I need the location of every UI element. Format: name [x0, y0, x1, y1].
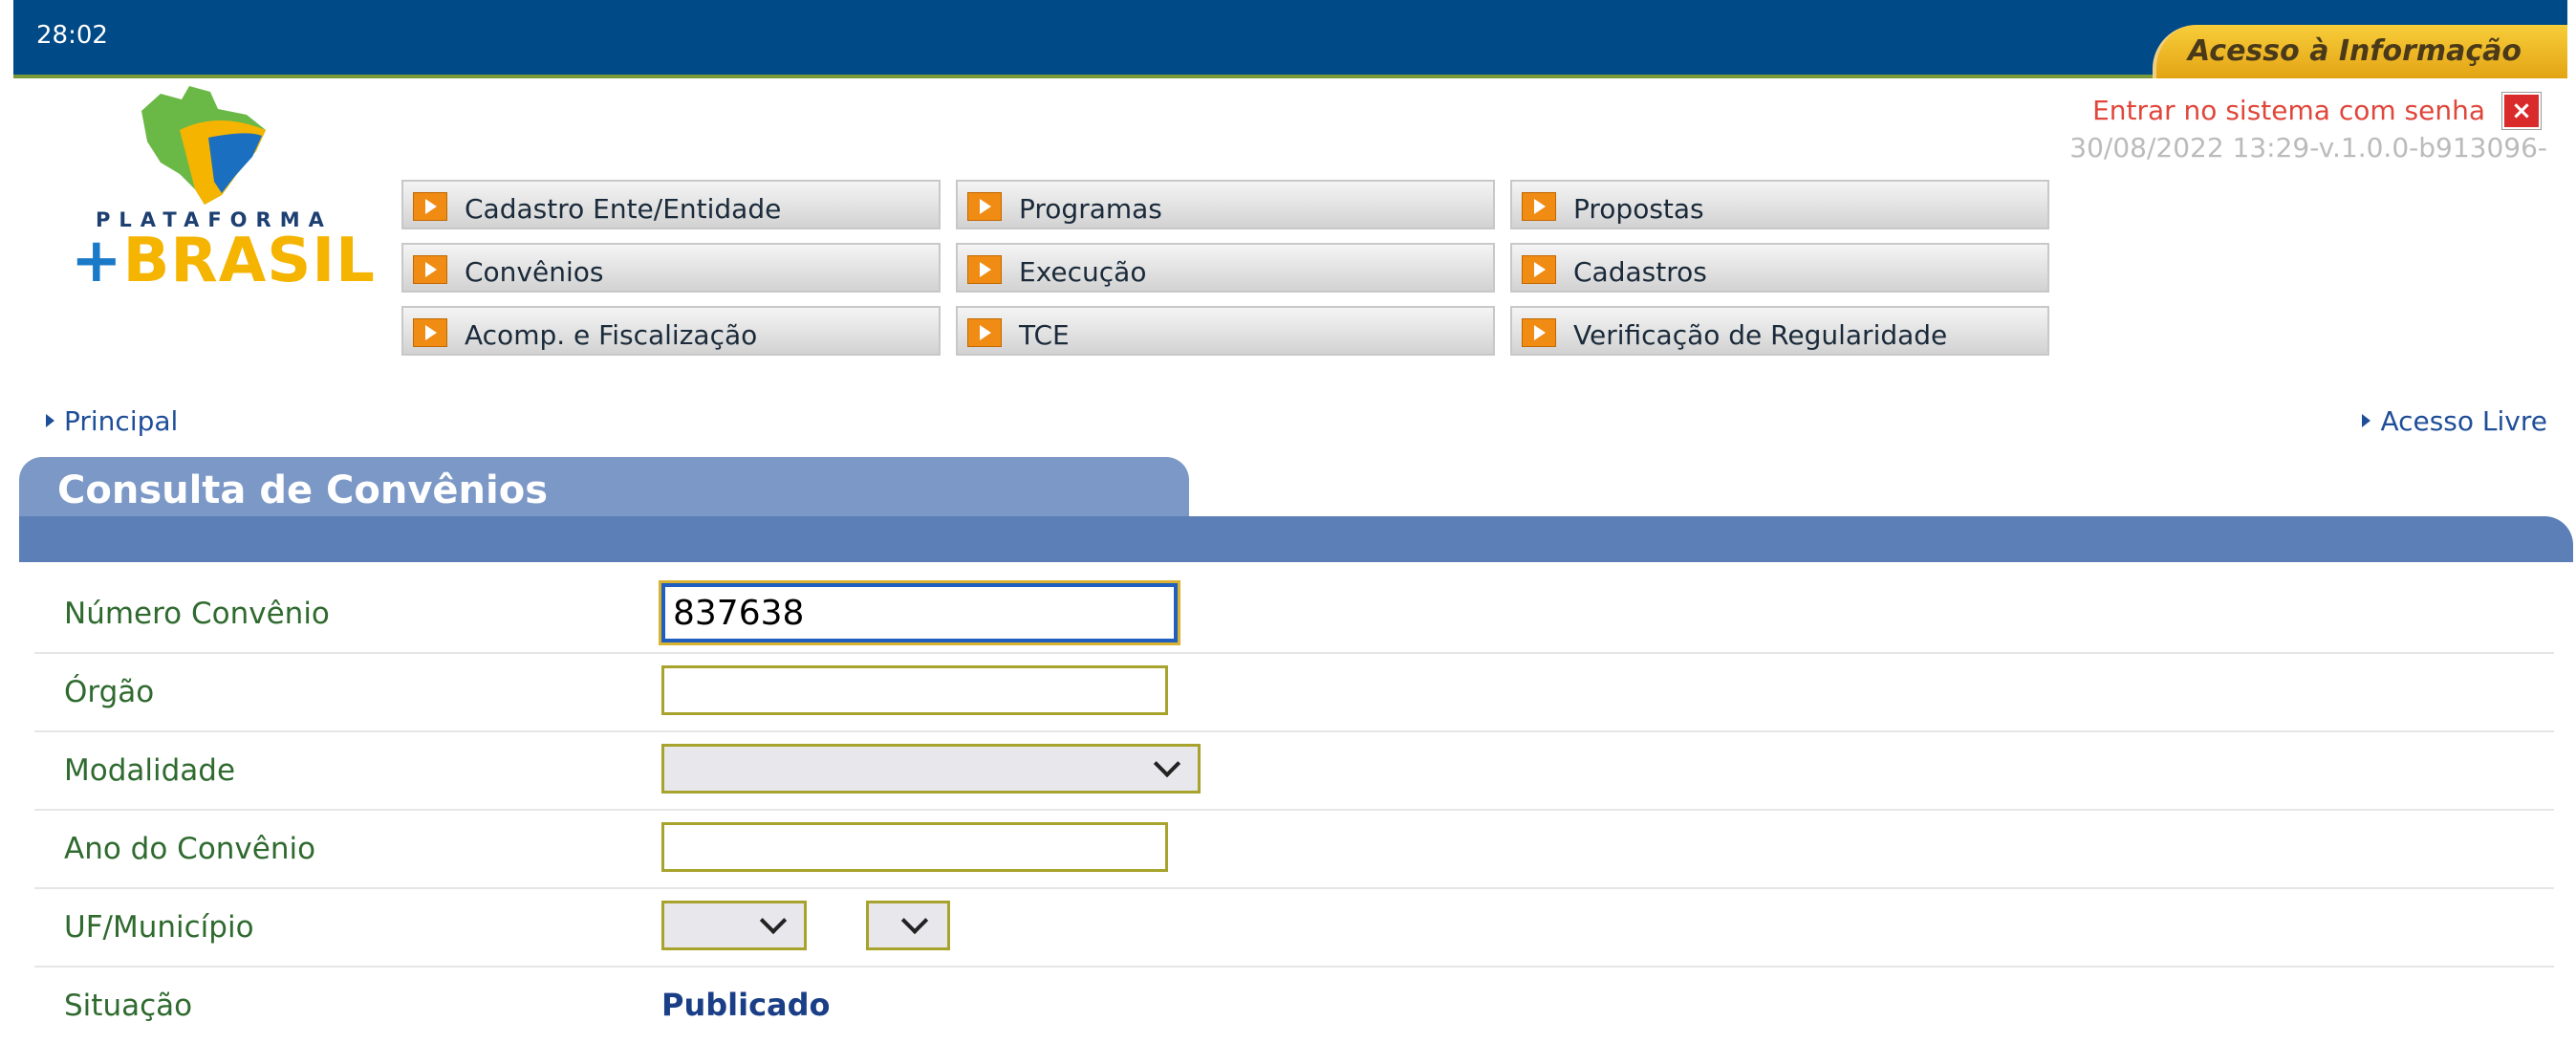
- nav-principal-label: Principal: [64, 405, 179, 437]
- menu-tce[interactable]: TCE: [956, 306, 1495, 356]
- menu-propostas[interactable]: Propostas: [1510, 180, 2049, 229]
- menu-convenios[interactable]: Convênios: [401, 243, 941, 293]
- play-arrow-icon: [413, 255, 447, 284]
- menu-execucao[interactable]: Execução: [956, 243, 1495, 293]
- play-arrow-icon: [967, 255, 1002, 284]
- logo-brasil-word: BRASIL: [122, 226, 376, 296]
- numero-convenio-label: Número Convênio: [64, 597, 330, 631]
- form-row-situacao: Situação Publicado: [34, 966, 2554, 1044]
- close-icon[interactable]: ×: [2501, 92, 2542, 130]
- menu-label: Programas: [1019, 193, 1162, 225]
- situacao-label: Situação: [64, 989, 193, 1023]
- modalidade-label: Modalidade: [64, 753, 236, 788]
- form-row-ano: Ano do Convênio: [34, 809, 2554, 889]
- nav-acesso-livre-link[interactable]: Acesso Livre: [2362, 405, 2547, 437]
- play-arrow-icon: [1522, 255, 1556, 284]
- play-arrow-icon: [967, 192, 1002, 221]
- logo-plus: +: [71, 226, 123, 296]
- chevron-down-icon: [1153, 750, 1181, 778]
- menu-verificacao-regularidade[interactable]: Verificação de Regularidade: [1510, 306, 2049, 356]
- play-arrow-icon: [967, 318, 1002, 347]
- form-row-modalidade: Modalidade: [34, 730, 2554, 811]
- session-timer: 28:02: [36, 21, 108, 50]
- version-text: 30/08/2022 13:29-v.1.0.0-b913096-: [2069, 132, 2547, 163]
- top-bar: 28:02 Acesso à Informação: [13, 0, 2567, 78]
- acesso-informacao-tab[interactable]: Acesso à Informação: [2153, 25, 2567, 78]
- menu-label: Propostas: [1573, 193, 1704, 225]
- nav-principal-link[interactable]: Principal: [46, 405, 178, 437]
- municipio-select[interactable]: [866, 901, 950, 950]
- play-arrow-icon: [413, 318, 447, 347]
- menu-cadastro-ente[interactable]: Cadastro Ente/Entidade: [401, 180, 941, 229]
- nav-acesso-livre-label: Acesso Livre: [2380, 405, 2547, 437]
- uf-select[interactable]: [661, 901, 807, 950]
- menu-cadastros[interactable]: Cadastros: [1510, 243, 2049, 293]
- uf-municipio-label: UF/Município: [64, 910, 254, 945]
- acesso-informacao-label: Acesso à Informação: [2188, 34, 2522, 68]
- menu-label: Cadastros: [1573, 256, 1707, 288]
- menu-label: Verificação de Regularidade: [1573, 319, 1948, 351]
- orgao-label: Órgão: [64, 675, 155, 709]
- brazil-map-icon: [141, 86, 266, 205]
- menu-label: Execução: [1019, 256, 1147, 288]
- form-row-orgao: Órgão: [34, 652, 2554, 732]
- panel-header-band: [19, 516, 2573, 562]
- menu-label: Acomp. e Fiscalização: [465, 319, 758, 351]
- page-title: Consulta de Convênios: [57, 468, 549, 512]
- situacao-value: Publicado: [661, 987, 831, 1023]
- triangle-right-icon: [2362, 414, 2371, 427]
- modalidade-select[interactable]: [661, 744, 1201, 794]
- menu-acomp-fiscalizacao[interactable]: Acomp. e Fiscalização: [401, 306, 941, 356]
- triangle-right-icon: [46, 414, 54, 427]
- logo-brasil-text: +BRASIL: [71, 226, 376, 296]
- menu-programas[interactable]: Programas: [956, 180, 1495, 229]
- menu-label: Convênios: [465, 256, 604, 288]
- form-row-uf: UF/Município: [34, 887, 2554, 968]
- plataforma-brasil-logo[interactable]: PLATAFORMA +BRASIL: [69, 82, 375, 296]
- numero-convenio-input[interactable]: [661, 583, 1178, 642]
- orgao-input[interactable]: [661, 665, 1168, 715]
- play-arrow-icon: [413, 192, 447, 221]
- play-arrow-icon: [1522, 192, 1556, 221]
- panel-title-tab: Consulta de Convênios: [19, 457, 1189, 518]
- chevron-down-icon: [759, 906, 788, 935]
- ano-convenio-label: Ano do Convênio: [64, 832, 316, 866]
- chevron-down-icon: [900, 906, 929, 935]
- menu-label: TCE: [1019, 319, 1070, 351]
- form-row-numero: Número Convênio: [34, 574, 2554, 654]
- play-arrow-icon: [1522, 318, 1556, 347]
- login-link[interactable]: Entrar no sistema com senha: [2092, 95, 2485, 126]
- menu-label: Cadastro Ente/Entidade: [465, 193, 782, 225]
- ano-convenio-input[interactable]: [661, 822, 1168, 872]
